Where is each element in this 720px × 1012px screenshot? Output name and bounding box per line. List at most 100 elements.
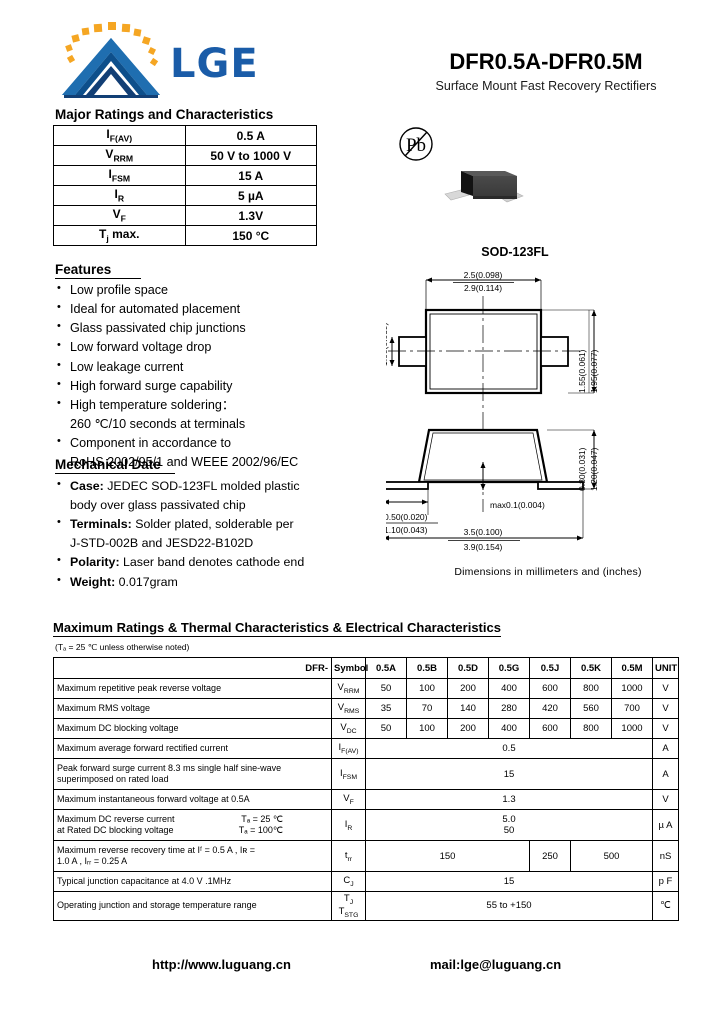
table-row: VRRM 50 V to 1000 V bbox=[53, 145, 318, 166]
table-row: VF 1.3V bbox=[53, 205, 318, 226]
table-row: IF(AV) 0.5 A bbox=[53, 125, 318, 146]
rating-symbol-cell: VRRM bbox=[53, 145, 186, 166]
value-cell: 200 bbox=[447, 678, 489, 699]
parameter-symbol-cell: VRRM bbox=[331, 678, 366, 699]
feature-item: High forward surge capability bbox=[55, 376, 365, 396]
datasheet-page: LGE DFR0.5A-DFR0.5M Surface Mount Fast R… bbox=[0, 0, 720, 1012]
value-cell: 5.0 50 bbox=[365, 809, 653, 841]
parameter-symbol-cell: IR bbox=[331, 809, 366, 841]
unit-cell: p F bbox=[652, 871, 679, 892]
table-row: IR 5 µA bbox=[53, 185, 318, 206]
document-title-block: DFR0.5A-DFR0.5M Surface Mount Fast Recov… bbox=[380, 49, 712, 94]
parameter-symbol-cell: trr bbox=[331, 840, 366, 872]
dim-right-height-max: 1.55(0.061) bbox=[577, 349, 587, 393]
rating-value-cell: 15 A bbox=[184, 165, 318, 186]
parameter-description-cell: Maximum average forward rectified curren… bbox=[53, 738, 332, 759]
rating-value-cell: 150 °C bbox=[184, 225, 318, 246]
value-cell: 50 bbox=[365, 678, 407, 699]
value-cell: 800 bbox=[570, 718, 612, 739]
mechanical-list: Case: JEDEC SOD-123FL molded plastic body… bbox=[55, 476, 373, 592]
value-cell: 600 bbox=[529, 718, 571, 739]
table-header-row: DFR- Symbol 0.5A 0.5B 0.5D 0.5G 0.5J 0.5K 0.5M UN… bbox=[53, 657, 679, 679]
column-symbol-header: Symbol bbox=[331, 657, 368, 679]
mechanical-item: Case: JEDEC SOD-123FL molded plastic bbox=[55, 476, 373, 496]
dim-body-len-max: 3.5(0.100) bbox=[464, 527, 503, 537]
parameter-description-cell: Maximum DC reverse current Tₐ = 25 ℃ at Ra… bbox=[53, 809, 332, 841]
value-cell: 35 bbox=[365, 698, 407, 719]
unit-cell: A bbox=[652, 758, 679, 790]
unit-cell: nS bbox=[652, 840, 679, 872]
table-row: Maximum DC blocking voltage VDC 50 100 200 40… bbox=[53, 718, 679, 739]
unit-cell: µ A bbox=[652, 809, 679, 841]
rating-value-cell: 5 µA bbox=[184, 185, 318, 206]
column-unit-header: UNIT bbox=[652, 657, 679, 679]
dim-lead-len-min: 1.10(0.043) bbox=[386, 525, 428, 535]
column-part-header-0.5D: 0.5D bbox=[447, 657, 489, 679]
table-row: Maximum repetitive peak reverse voltage V… bbox=[53, 678, 679, 699]
value-cell: 1000 bbox=[611, 678, 653, 699]
feature-item: Low leakage current bbox=[55, 357, 365, 377]
feature-item: 260 ℃/10 seconds at terminals bbox=[70, 416, 246, 431]
features-heading: Features bbox=[55, 262, 141, 279]
parameter-description-cell: Operating junction and storage temperatu… bbox=[53, 891, 332, 921]
value-cell: 15 bbox=[365, 758, 653, 790]
value-cell: 55 to +150 bbox=[365, 891, 653, 921]
rating-symbol-cell: IR bbox=[53, 185, 186, 206]
package-dimension-drawing: 2.5(0.098) 2.9(0.114) 0.60(0.024) 1.00(0… bbox=[369, 262, 716, 582]
svg-text:Pb: Pb bbox=[406, 135, 426, 156]
value-cell: 140 bbox=[447, 698, 489, 719]
column-part-header-0.5G: 0.5G bbox=[488, 657, 530, 679]
column-part-header-0.5A: 0.5A bbox=[365, 657, 407, 679]
page-header: LGE DFR0.5A-DFR0.5M Surface Mount Fast R… bbox=[0, 0, 720, 104]
parameter-symbol-cell: TJ TSTG bbox=[331, 891, 366, 921]
table-row: IFSM 15 A bbox=[53, 165, 318, 186]
table-row: Maximum average forward rectified curren… bbox=[53, 738, 679, 759]
table-row: Maximum instantaneous forward voltage at… bbox=[53, 789, 679, 810]
ratings-characteristics-table: DFR- Symbol 0.5A 0.5B 0.5D 0.5G 0.5J 0.5K 0.5M UN… bbox=[53, 657, 679, 921]
rating-value-cell: 0.5 A bbox=[184, 125, 318, 146]
features-list: Low profile spaceIdeal for automated pla… bbox=[55, 280, 365, 472]
parameter-description-cell: Maximum instantaneous forward voltage at… bbox=[53, 789, 332, 810]
table-row: Operating junction and storage temperatu… bbox=[53, 891, 679, 921]
table-row: Maximum reverse recovery time at Iᶠ = 0.… bbox=[53, 840, 679, 872]
value-cell: 100 bbox=[406, 678, 448, 699]
value-cell: 400 bbox=[488, 718, 530, 739]
value-cell: 500 bbox=[570, 840, 653, 872]
feature-item: Low profile space bbox=[55, 280, 365, 300]
column-part-header-0.5J: 0.5J bbox=[529, 657, 571, 679]
unit-cell: ℃ bbox=[652, 891, 679, 921]
parameter-description-cell: Maximum RMS voltage bbox=[53, 698, 332, 719]
value-cell: 250 bbox=[529, 840, 571, 872]
feature-item: Component in accordance to bbox=[55, 433, 365, 453]
parameter-description-cell: Typical junction capacitance at 4.0 V .1… bbox=[53, 871, 332, 892]
parameter-symbol-cell: VF bbox=[331, 789, 366, 810]
company-logo: LGE bbox=[52, 22, 352, 98]
dim-side-height-max: 0.80(0.031) bbox=[577, 447, 587, 491]
page-subtitle: Surface Mount Fast Recovery Rectifiers bbox=[435, 79, 657, 94]
parameter-symbol-cell: IF(AV) bbox=[331, 738, 366, 759]
value-cell: 280 bbox=[488, 698, 530, 719]
value-cell: 1000 bbox=[611, 718, 653, 739]
mechanical-item: body over glass passivated chip bbox=[70, 498, 246, 513]
dim-body-len-min: 3.9(0.154) bbox=[464, 542, 503, 552]
main-table-subheading: (Tₐ = 25 ℃ unless otherwise noted) bbox=[55, 642, 190, 652]
contact-email[interactable]: mail:lge@luguang.cn bbox=[430, 957, 561, 972]
dim-top-width-max: 2.5(0.098) bbox=[464, 270, 503, 280]
mechanical-item: J-STD-002B and JESD22-B102D bbox=[70, 536, 254, 551]
main-table-heading: Maximum Ratings & Thermal Characteristic… bbox=[53, 620, 501, 637]
unit-cell: A bbox=[652, 738, 679, 759]
unit-cell: V bbox=[652, 718, 679, 739]
parameter-description-cell: Maximum DC blocking voltage bbox=[53, 718, 332, 739]
mechanical-item: Weight: 0.017gram bbox=[55, 572, 373, 592]
website-url[interactable]: http://www.luguang.cn bbox=[152, 957, 291, 972]
dim-right-height-min: 1.95(0.077) bbox=[589, 349, 599, 393]
feature-item: Glass passivated chip junctions bbox=[55, 318, 365, 338]
parameter-symbol-cell: IFSM bbox=[331, 758, 366, 790]
column-part-header-0.5B: 0.5B bbox=[406, 657, 448, 679]
table-row: Maximum DC reverse current Tₐ = 25 ℃ at Ra… bbox=[53, 809, 679, 841]
parameter-symbol-cell: VRMS bbox=[331, 698, 366, 719]
major-ratings-heading: Major Ratings and Characteristics bbox=[55, 107, 274, 122]
rating-symbol-cell: IF(AV) bbox=[53, 125, 186, 146]
mechanical-item: Polarity: Laser band denotes cathode end bbox=[55, 552, 373, 572]
rating-value-cell: 1.3V bbox=[184, 205, 318, 226]
